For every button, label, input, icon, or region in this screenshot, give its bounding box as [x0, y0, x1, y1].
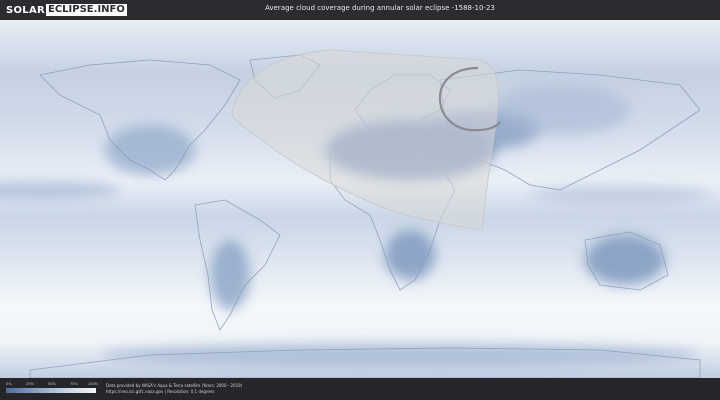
cloud-coverage-map [0, 20, 720, 378]
site-logo[interactable]: SOLAR ECLIPSE.INFO [6, 4, 127, 16]
credits-line: https://neo.sci.gsfc.nasa.gov | Resoluti… [106, 389, 215, 394]
legend-tick: 25% [26, 382, 34, 386]
legend-tick: 75% [70, 382, 78, 386]
legend-color-bar [6, 388, 96, 393]
legend-tick: 0% [6, 382, 12, 386]
credits: Data provided by NASA's Aqua & Terra sat… [106, 383, 242, 395]
footer: 0% 25% 50% 75% 100% Data provided by NAS… [0, 378, 720, 400]
logo-solar-text: SOLAR [6, 4, 46, 16]
legend-tick: 100% [88, 382, 99, 386]
page: SOLAR ECLIPSE.INFO Average cloud coverag… [0, 0, 720, 400]
logo-eclipse-text: ECLIPSE.INFO [46, 4, 127, 16]
legend-tick: 50% [48, 382, 56, 386]
header: SOLAR ECLIPSE.INFO Average cloud coverag… [0, 0, 720, 20]
page-title: Average cloud coverage during annular so… [265, 4, 495, 12]
